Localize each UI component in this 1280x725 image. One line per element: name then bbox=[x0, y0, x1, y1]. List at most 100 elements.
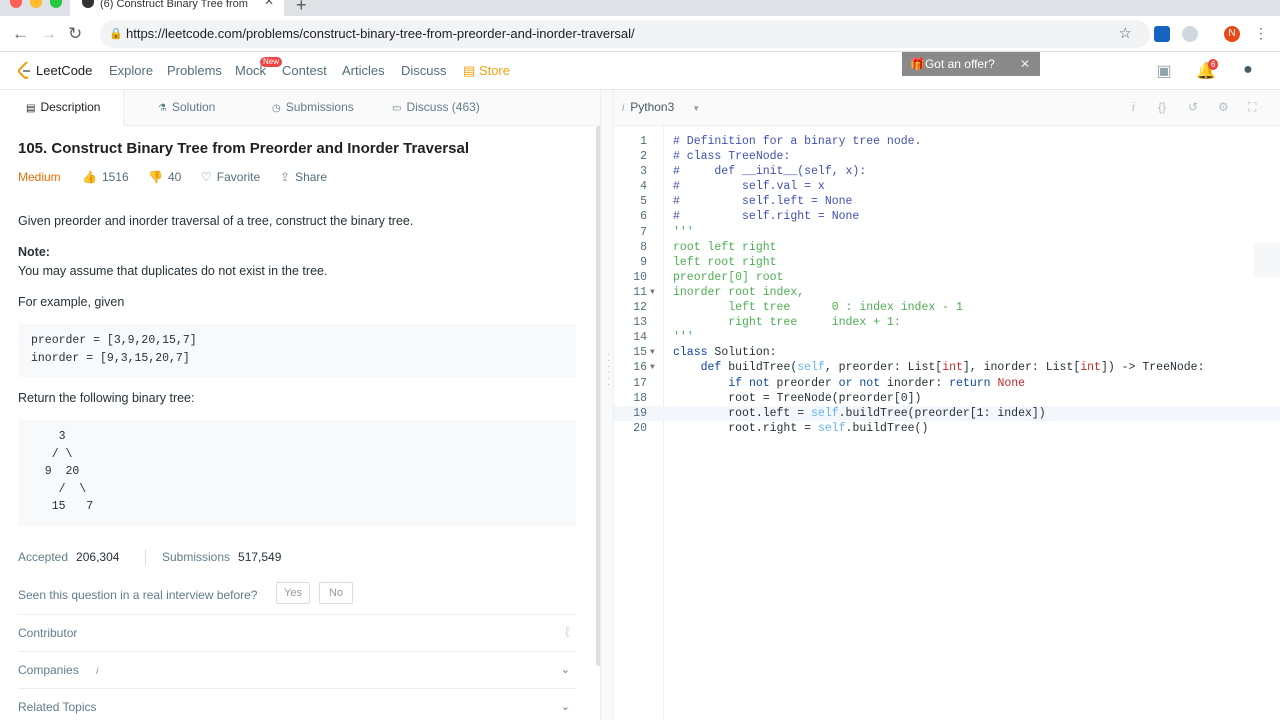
code-text: if not preorder or not inorder: return N… bbox=[728, 376, 1026, 390]
nav-problems[interactable]: Problems bbox=[167, 63, 222, 78]
nav-store[interactable]: ▤ Store bbox=[463, 63, 510, 79]
tab-submissions[interactable]: ◷ Submissions bbox=[272, 90, 354, 126]
new-badge: New bbox=[260, 57, 283, 67]
nav-articles[interactable]: Articles bbox=[342, 63, 385, 78]
url-field[interactable]: 🔒 https://leetcode.com/problems/construc… bbox=[100, 20, 1150, 48]
fold-arrow-icon[interactable]: ▼ bbox=[650, 360, 655, 375]
code-line[interactable]: 18 root = TreeNode(preorder[0]) bbox=[614, 391, 1280, 406]
code-line[interactable]: 8 root left right bbox=[614, 240, 1280, 255]
tab-label: Discuss (463) bbox=[406, 100, 480, 114]
fullscreen-icon[interactable]: ⛶ bbox=[1248, 100, 1256, 115]
code-text: # self.right = None bbox=[673, 210, 860, 224]
problem-panel: ▤ Description ⚗ Solution ◷ Submissions ▭ Dis… bbox=[0, 90, 601, 720]
line-number: 8 bbox=[640, 240, 647, 254]
line-number: 4 bbox=[640, 180, 647, 194]
line-number: 5 bbox=[640, 195, 647, 209]
code-line[interactable]: 14 ''' bbox=[614, 330, 1280, 345]
difficulty-label: Medium bbox=[18, 170, 61, 184]
tab-label: Solution bbox=[171, 100, 216, 114]
tab-label: Submissions bbox=[285, 100, 354, 114]
code-line[interactable]: 20 root.right = self.buildTree() bbox=[614, 421, 1280, 436]
offer-banner[interactable]: 🎁Got an offer? ✕ bbox=[902, 52, 1040, 76]
contributor-section[interactable]: Contributor ℓ bbox=[18, 614, 576, 651]
code-line[interactable]: 12 left tree 0 : index index - 1 bbox=[614, 300, 1280, 315]
code-line[interactable]: 5 # self.left = None bbox=[614, 194, 1280, 209]
code-line[interactable]: 9 left root right bbox=[614, 255, 1280, 270]
code-line[interactable]: 19 root.left = self.buildTree(preorder[1… bbox=[614, 405, 1280, 421]
companies-section[interactable]: Companies i ⌄ bbox=[18, 651, 576, 688]
favorite-button[interactable]: ♡ Favorite bbox=[201, 170, 260, 184]
code-line[interactable]: 6 # self.right = None bbox=[614, 209, 1280, 224]
bookmark-star-icon[interactable]: ☆ bbox=[1119, 20, 1132, 48]
nav-contest[interactable]: Contest bbox=[282, 63, 327, 78]
yes-button[interactable]: Yes bbox=[276, 582, 310, 604]
store-label: Store bbox=[478, 63, 510, 78]
browser-tab[interactable]: (6) Construct Binary Tree from ✕ bbox=[70, 0, 284, 16]
nav-discuss[interactable]: Discuss bbox=[401, 63, 447, 78]
accepted-label: Accepted bbox=[18, 550, 69, 564]
fold-arrow-icon[interactable]: ▼ bbox=[650, 345, 655, 360]
code-line[interactable]: 11 ▼ inorder root index, bbox=[614, 285, 1280, 300]
code-line[interactable]: 10 preorder[0] root bbox=[614, 270, 1280, 285]
language-select[interactable]: i Python3 ▼ bbox=[622, 100, 700, 114]
section-label: Companies bbox=[18, 663, 79, 677]
share-button[interactable]: ⇪ Share bbox=[280, 170, 327, 184]
extension-icon[interactable] bbox=[1154, 26, 1170, 42]
code-text: root.left = self.buildTree(preorder[1: i… bbox=[673, 406, 1046, 420]
close-window-button[interactable] bbox=[10, 0, 22, 8]
note-text: You may assume that duplicates do not ex… bbox=[18, 264, 328, 278]
tab-discuss[interactable]: ▭ Discuss (463) bbox=[392, 90, 480, 126]
thumbs-down-icon: 👎 bbox=[148, 170, 163, 184]
offer-close-icon[interactable]: ✕ bbox=[1020, 52, 1030, 76]
section-label: Related Topics bbox=[18, 700, 97, 714]
panel-resizer[interactable]: · · · · · · bbox=[600, 90, 614, 720]
leetcode-logo[interactable]: LeetCode bbox=[18, 61, 92, 79]
code-line[interactable]: 1 # Definition for a binary tree node. bbox=[614, 134, 1280, 149]
code-line[interactable]: 15 ▼ class Solution: bbox=[614, 345, 1280, 360]
code-line[interactable]: 13 right tree index + 1: bbox=[614, 315, 1280, 330]
info-icon: i bbox=[622, 103, 625, 114]
gift-icon: 🎁 bbox=[910, 57, 925, 71]
tab-close-icon[interactable]: ✕ bbox=[264, 0, 274, 7]
fold-arrow-icon[interactable]: ▼ bbox=[650, 285, 655, 300]
code-line[interactable]: 2 # class TreeNode: bbox=[614, 149, 1280, 164]
user-avatar-icon[interactable]: ● bbox=[1238, 61, 1258, 81]
related-topics-section[interactable]: Related Topics ⌄ bbox=[18, 688, 576, 725]
dislike-button[interactable]: 👎 40 bbox=[148, 170, 181, 184]
code-line[interactable]: 7 ''' bbox=[614, 225, 1280, 240]
back-button[interactable]: ← bbox=[12, 24, 29, 44]
browser-menu-icon[interactable]: ⋮ bbox=[1254, 25, 1268, 42]
side-panel-handle[interactable] bbox=[1254, 243, 1280, 277]
profile-avatar[interactable]: N bbox=[1224, 26, 1240, 42]
line-number: 2 bbox=[640, 150, 647, 164]
thumbs-up-icon: 👍 bbox=[82, 170, 97, 184]
reset-icon[interactable]: ↺ bbox=[1188, 100, 1198, 114]
code-text: class Solution: bbox=[673, 346, 777, 360]
minimize-window-button[interactable] bbox=[30, 0, 42, 8]
like-button[interactable]: 👍 1516 bbox=[82, 170, 129, 184]
settings-gear-icon[interactable]: ⚙ bbox=[1218, 100, 1229, 114]
line-number: 9 bbox=[640, 255, 647, 269]
nav-explore[interactable]: Explore bbox=[109, 63, 153, 78]
new-tab-button[interactable]: + bbox=[296, 0, 307, 16]
code-line[interactable]: 3 # def __init__(self, x): bbox=[614, 164, 1280, 179]
extension-icon[interactable] bbox=[1182, 26, 1198, 42]
code-line[interactable]: 16 ▼ def buildTree(self, preorder: List[i… bbox=[614, 360, 1280, 375]
code-area[interactable]: 1 # Definition for a binary tree node. 2 # … bbox=[614, 134, 1280, 436]
braces-icon[interactable]: {} bbox=[1158, 100, 1166, 114]
code-line[interactable]: 4 # self.val = x bbox=[614, 179, 1280, 194]
maximize-window-button[interactable] bbox=[50, 0, 62, 8]
reload-button[interactable]: ↻ bbox=[68, 24, 82, 44]
info-icon[interactable]: i bbox=[1132, 100, 1135, 114]
playground-icon[interactable]: ▣ bbox=[1154, 61, 1174, 81]
line-number: 7 bbox=[640, 225, 647, 239]
line-number: 15 bbox=[633, 346, 647, 360]
forward-button[interactable]: → bbox=[40, 24, 57, 44]
chevron-down-icon[interactable]: ⌄ bbox=[561, 652, 570, 688]
code-line[interactable]: 17 if not preorder or not inorder: retur… bbox=[614, 376, 1280, 391]
line-number: 20 bbox=[633, 421, 647, 435]
no-button[interactable]: No bbox=[319, 582, 353, 604]
tab-description[interactable]: ▤ Description bbox=[0, 90, 124, 126]
tab-solution[interactable]: ⚗ Solution bbox=[158, 90, 215, 126]
line-number: 16 bbox=[633, 361, 647, 375]
